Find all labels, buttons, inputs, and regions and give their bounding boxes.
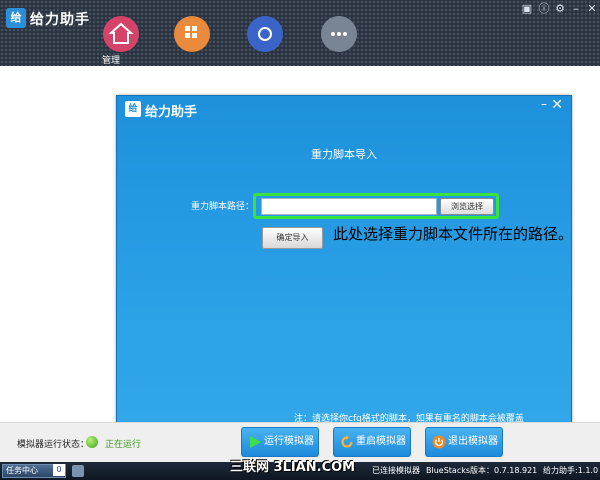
info-icon[interactable]: ⓘ [537,2,551,16]
browse-button[interactable]: 浏览选择 [440,198,494,215]
confirm-import-button[interactable]: 确定导入 [262,227,323,249]
emulator-status-value: 正在运行 [105,440,142,450]
run-emulator-label: 运行模拟器 [264,436,314,447]
title-bar: 给 给力助手 ▣ ⓘ ⚙ – ✕ 管理 [0,0,600,66]
skin-icon[interactable]: ▣ [520,2,534,16]
task-center-label: 任务中心 [6,466,38,475]
nav-more-button[interactable] [321,16,357,52]
script-path-input[interactable] [261,198,437,215]
emulator-status-label: 模拟器运行状态： [17,440,90,450]
settings-icon[interactable]: ⚙ [553,2,567,16]
tools-icon [258,27,272,41]
exit-emulator-button[interactable]: 退出模拟器 [425,427,503,457]
more-icon [331,32,347,36]
grid-icon [185,26,197,38]
power-icon [432,435,446,449]
script-path-label: 重力脚本路径： [191,202,255,212]
close-icon[interactable]: ✕ [585,2,599,16]
restart-emulator-button[interactable]: 重启模拟器 [333,427,411,457]
annotation-text: 此处选择重力脚本文件所在的路径。 [333,225,574,243]
app-logo-icon: 给 [6,8,26,28]
app-title: 给力助手 [30,12,90,28]
nav-manage-button[interactable] [103,16,139,52]
dialog-logo-icon: 给 [125,101,141,117]
play-icon [250,436,261,448]
nav-tools-button[interactable] [247,16,283,52]
main-content: 给 给力助手 – ✕ 重力脚本导入 重力脚本路径： 浏览选择 确定导入 此处选择… [0,66,600,434]
dialog-brand: 给力助手 [145,105,198,120]
minimize-icon[interactable]: – [569,2,583,16]
home-icon [108,22,134,44]
taskbar: 任务中心 0 三联网 3LIAN.COM 已连接模拟器 BlueStacks版本… [0,460,600,480]
dialog-title: 重力脚本导入 [311,148,377,161]
run-emulator-button[interactable]: 运行模拟器 [241,427,319,457]
bluestacks-version-text: BlueStacks版本：0.7.18.921 [426,466,538,475]
refresh-icon [341,435,353,448]
gravity-script-import-dialog: 给 给力助手 – ✕ 重力脚本导入 重力脚本路径： 浏览选择 确定导入 此处选择… [116,95,574,434]
taskbar-app-icon[interactable] [72,465,84,477]
task-count-badge: 0 [53,464,65,476]
dialog-minimize-icon[interactable]: – [541,97,547,111]
nav-manage-label: 管理 [102,56,121,66]
connected-emulator-text: 已连接模拟器 [372,466,420,475]
watermark: 三联网 3LIAN.COM [230,460,356,475]
status-indicator-icon [86,436,98,448]
exit-emulator-label: 退出模拟器 [448,436,498,447]
restart-emulator-label: 重启模拟器 [356,436,406,447]
dialog-close-icon[interactable]: ✕ [551,97,563,113]
nav-apps-button[interactable] [174,16,210,52]
app-version-text: 给力助手:1.1.0 [543,466,599,475]
